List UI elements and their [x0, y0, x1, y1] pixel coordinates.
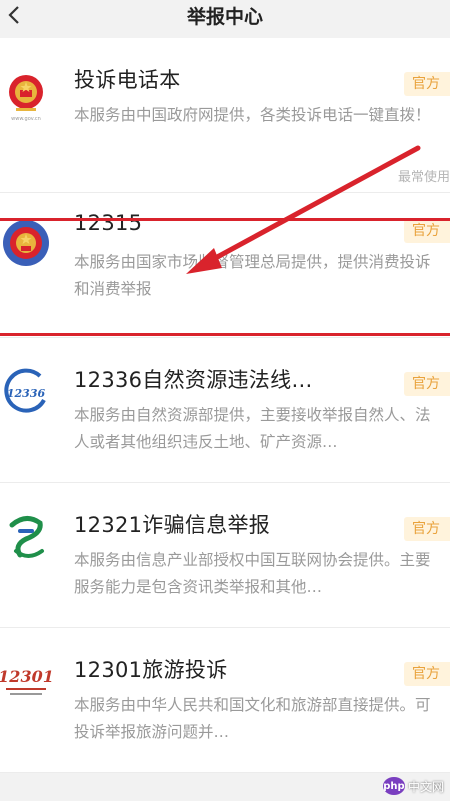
- national-emblem-icon: www.gov.cn: [0, 68, 52, 124]
- official-badge: 官方: [404, 662, 450, 686]
- svg-text:12301: 12301: [0, 667, 52, 686]
- item-title: 12315: [74, 211, 143, 235]
- item-description: 本服务由国家市场监督管理总局提供，提供消费投诉和消费举报: [74, 253, 431, 298]
- php-logo: php: [382, 777, 405, 795]
- item-description: 本服务由中华人民共和国文化和旅游部直接提供。可投诉举报旅游问题并…: [74, 696, 431, 741]
- item-description: 本服务由信息产业部授权中国互联网协会提供。主要服务能力是包含资讯类举报和其他…: [74, 551, 431, 596]
- official-badge: 官方: [404, 72, 450, 96]
- svg-text:www.gov.cn: www.gov.cn: [11, 116, 41, 122]
- fraud-report-logo: [0, 509, 52, 565]
- site-watermark: php 中文网: [382, 777, 444, 795]
- official-badge: 官方: [404, 372, 450, 396]
- most-used-tag: 最常使用: [397, 170, 450, 185]
- list-item-12315[interactable]: 12315 官方 本服务由国家市场监督管理总局提供，提供消费投诉和消费举报: [0, 193, 450, 338]
- svg-text:12336: 12336: [7, 387, 46, 400]
- official-badge: 官方: [404, 517, 450, 541]
- official-badge: 官方: [404, 219, 450, 243]
- list-item-12301[interactable]: 12301 12301旅游投诉 官方 本服务由中华人民共和国文化和旅游部直接提供…: [0, 628, 450, 773]
- item-title: 12321诈骗信息举报: [74, 513, 271, 537]
- tourism-complaint-logo: 12301: [0, 652, 52, 708]
- back-button[interactable]: [0, 0, 28, 30]
- page-title: 举报中心: [186, 5, 263, 28]
- item-title: 12336自然资源违法线…: [74, 368, 313, 392]
- list-item-12321[interactable]: 12321诈骗信息举报 官方 本服务由信息产业部授权中国互联网协会提供。主要服务…: [0, 483, 450, 628]
- watermark-text: 中文网: [407, 779, 444, 794]
- emblem-circle-icon: [0, 215, 52, 271]
- item-title: 12301旅游投诉: [74, 658, 228, 682]
- item-title: 投诉电话本: [74, 68, 181, 92]
- service-list: www.gov.cn 投诉电话本 官方 本服务由中国政府网提供，各类投诉电话一键…: [0, 38, 450, 773]
- chevron-left-icon: [8, 6, 19, 24]
- item-description: 本服务由中国政府网提供，各类投诉电话一键直拨！: [74, 106, 431, 124]
- list-item-complaint-phonebook[interactable]: www.gov.cn 投诉电话本 官方 本服务由中国政府网提供，各类投诉电话一键…: [0, 38, 450, 193]
- item-description: 本服务由自然资源部提供，主要接收举报自然人、法人或者其他组织违反土地、矿产资源…: [74, 406, 431, 451]
- list-item-12336[interactable]: 12336 12336自然资源违法线… 官方 本服务由自然资源部提供，主要接收举…: [0, 338, 450, 483]
- natural-resources-logo: 12336: [0, 364, 52, 420]
- top-bar: 举报中心: [0, 0, 450, 38]
